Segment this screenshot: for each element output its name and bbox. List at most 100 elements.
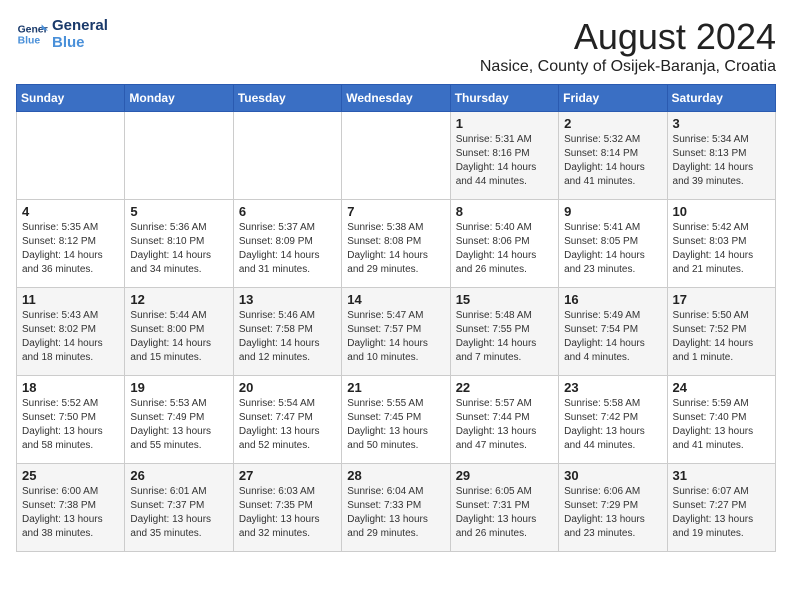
day-info: Sunrise: 5:52 AM Sunset: 7:50 PM Dayligh…: [22, 397, 119, 453]
day-number: 14: [347, 292, 444, 307]
day-number: 17: [673, 292, 770, 307]
day-info: Sunrise: 5:57 AM Sunset: 7:44 PM Dayligh…: [456, 397, 553, 453]
day-info: Sunrise: 5:35 AM Sunset: 8:12 PM Dayligh…: [22, 221, 119, 277]
day-number: 24: [673, 380, 770, 395]
calendar-cell: [342, 112, 450, 200]
calendar-cell: 25 Sunrise: 6:00 AM Sunset: 7:38 PM Dayli…: [17, 464, 125, 552]
logo-icon: General Blue: [16, 18, 48, 50]
calendar-cell: 11 Sunrise: 5:43 AM Sunset: 8:02 PM Dayli…: [17, 288, 125, 376]
day-number: 19: [130, 380, 227, 395]
day-info: Sunrise: 5:53 AM Sunset: 7:49 PM Dayligh…: [130, 397, 227, 453]
calendar-cell: 12Sunrise: 5:44 AM Sunset: 8:00 PM Dayli…: [125, 288, 233, 376]
day-number: 12: [130, 292, 227, 307]
weekday-header-monday: Monday: [125, 85, 233, 112]
day-number: 21: [347, 380, 444, 395]
day-info: Sunrise: 6:00 AM Sunset: 7:38 PM Dayligh…: [22, 485, 119, 541]
calendar-cell: 29 Sunrise: 6:05 AM Sunset: 7:31 PM Dayli…: [450, 464, 558, 552]
day-info: Sunrise: 5:41 AM Sunset: 8:05 PM Dayligh…: [564, 221, 661, 277]
weekday-header-wednesday: Wednesday: [342, 85, 450, 112]
calendar-cell: 31Sunrise: 6:07 AM Sunset: 7:27 PM Dayli…: [667, 464, 775, 552]
day-number: 10: [673, 204, 770, 219]
day-info: Sunrise: 5:36 AM Sunset: 8:10 PM Dayligh…: [130, 221, 227, 277]
calendar-cell: [233, 112, 341, 200]
day-info: Sunrise: 6:06 AM Sunset: 7:29 PM Dayligh…: [564, 485, 661, 541]
day-number: 25: [22, 468, 119, 483]
day-number: 5: [130, 204, 227, 219]
weekday-header-tuesday: Tuesday: [233, 85, 341, 112]
day-number: 7: [347, 204, 444, 219]
weekday-header-saturday: Saturday: [667, 85, 775, 112]
calendar-cell: 5 Sunrise: 5:36 AM Sunset: 8:10 PM Daylig…: [125, 200, 233, 288]
calendar-cell: 19 Sunrise: 5:53 AM Sunset: 7:49 PM Dayli…: [125, 376, 233, 464]
logo-line1: General: [52, 18, 108, 35]
day-number: 9: [564, 204, 661, 219]
calendar-cell: 16Sunrise: 5:49 AM Sunset: 7:54 PM Dayli…: [559, 288, 667, 376]
day-number: 28: [347, 468, 444, 483]
day-info: Sunrise: 5:34 AM Sunset: 8:13 PM Dayligh…: [673, 133, 770, 189]
calendar-cell: 22Sunrise: 5:57 AM Sunset: 7:44 PM Dayli…: [450, 376, 558, 464]
day-number: 2: [564, 116, 661, 131]
day-info: Sunrise: 5:59 AM Sunset: 7:40 PM Dayligh…: [673, 397, 770, 453]
day-info: Sunrise: 5:47 AM Sunset: 7:57 PM Dayligh…: [347, 309, 444, 365]
calendar-cell: [125, 112, 233, 200]
calendar-cell: [17, 112, 125, 200]
day-info: Sunrise: 5:37 AM Sunset: 8:09 PM Dayligh…: [239, 221, 336, 277]
day-info: Sunrise: 5:50 AM Sunset: 7:52 PM Dayligh…: [673, 309, 770, 365]
calendar-cell: 4 Sunrise: 5:35 AM Sunset: 8:12 PM Daylig…: [17, 200, 125, 288]
day-number: 23: [564, 380, 661, 395]
calendar-cell: 14 Sunrise: 5:47 AM Sunset: 7:57 PM Dayli…: [342, 288, 450, 376]
day-number: 13: [239, 292, 336, 307]
day-number: 18: [22, 380, 119, 395]
svg-text:Blue: Blue: [18, 35, 41, 46]
page-header: General Blue General Blue August 2024 Na…: [16, 16, 776, 76]
day-info: Sunrise: 5:49 AM Sunset: 7:54 PM Dayligh…: [564, 309, 661, 365]
day-info: Sunrise: 5:40 AM Sunset: 8:06 PM Dayligh…: [456, 221, 553, 277]
day-number: 6: [239, 204, 336, 219]
calendar-cell: 13Sunrise: 5:46 AM Sunset: 7:58 PM Dayli…: [233, 288, 341, 376]
calendar-cell: 24 Sunrise: 5:59 AM Sunset: 7:40 PM Dayli…: [667, 376, 775, 464]
day-info: Sunrise: 6:07 AM Sunset: 7:27 PM Dayligh…: [673, 485, 770, 541]
day-info: Sunrise: 5:38 AM Sunset: 8:08 PM Dayligh…: [347, 221, 444, 277]
day-info: Sunrise: 5:42 AM Sunset: 8:03 PM Dayligh…: [673, 221, 770, 277]
calendar-cell: 17 Sunrise: 5:50 AM Sunset: 7:52 PM Dayli…: [667, 288, 775, 376]
calendar-cell: 27 Sunrise: 6:03 AM Sunset: 7:35 PM Dayli…: [233, 464, 341, 552]
calendar-cell: 7 Sunrise: 5:38 AM Sunset: 8:08 PM Daylig…: [342, 200, 450, 288]
title-block: August 2024 Nasice, County of Osijek-Bar…: [480, 16, 776, 76]
calendar-cell: 26Sunrise: 6:01 AM Sunset: 7:37 PM Dayli…: [125, 464, 233, 552]
calendar-cell: 21 Sunrise: 5:55 AM Sunset: 7:45 PM Dayli…: [342, 376, 450, 464]
day-number: 8: [456, 204, 553, 219]
day-number: 1: [456, 116, 553, 131]
month-year: August 2024: [480, 16, 776, 58]
calendar-cell: 6 Sunrise: 5:37 AM Sunset: 8:09 PM Daylig…: [233, 200, 341, 288]
day-info: Sunrise: 5:31 AM Sunset: 8:16 PM Dayligh…: [456, 133, 553, 189]
day-number: 4: [22, 204, 119, 219]
calendar-cell: 30Sunrise: 6:06 AM Sunset: 7:29 PM Dayli…: [559, 464, 667, 552]
calendar-cell: 18 Sunrise: 5:52 AM Sunset: 7:50 PM Dayli…: [17, 376, 125, 464]
day-number: 27: [239, 468, 336, 483]
day-info: Sunrise: 6:05 AM Sunset: 7:31 PM Dayligh…: [456, 485, 553, 541]
day-number: 15: [456, 292, 553, 307]
weekday-header-sunday: Sunday: [17, 85, 125, 112]
calendar-table: SundayMondayTuesdayWednesdayThursdayFrid…: [16, 84, 776, 552]
calendar-cell: 9 Sunrise: 5:41 AM Sunset: 8:05 PM Daylig…: [559, 200, 667, 288]
day-number: 11: [22, 292, 119, 307]
day-number: 26: [130, 468, 227, 483]
calendar-cell: 28Sunrise: 6:04 AM Sunset: 7:33 PM Dayli…: [342, 464, 450, 552]
day-info: Sunrise: 5:43 AM Sunset: 8:02 PM Dayligh…: [22, 309, 119, 365]
calendar-cell: 23Sunrise: 5:58 AM Sunset: 7:42 PM Dayli…: [559, 376, 667, 464]
calendar-cell: 2Sunrise: 5:32 AM Sunset: 8:14 PM Daylig…: [559, 112, 667, 200]
svg-text:General: General: [18, 24, 48, 35]
day-info: Sunrise: 5:48 AM Sunset: 7:55 PM Dayligh…: [456, 309, 553, 365]
logo: General Blue General Blue: [16, 16, 108, 51]
calendar-cell: 15 Sunrise: 5:48 AM Sunset: 7:55 PM Dayli…: [450, 288, 558, 376]
calendar-cell: 20 Sunrise: 5:54 AM Sunset: 7:47 PM Dayli…: [233, 376, 341, 464]
day-info: Sunrise: 6:03 AM Sunset: 7:35 PM Dayligh…: [239, 485, 336, 541]
day-number: 20: [239, 380, 336, 395]
calendar-cell: 8 Sunrise: 5:40 AM Sunset: 8:06 PM Daylig…: [450, 200, 558, 288]
day-number: 29: [456, 468, 553, 483]
location: Nasice, County of Osijek-Baranja, Croati…: [480, 58, 776, 76]
day-info: Sunrise: 5:54 AM Sunset: 7:47 PM Dayligh…: [239, 397, 336, 453]
calendar-cell: 3Sunrise: 5:34 AM Sunset: 8:13 PM Daylig…: [667, 112, 775, 200]
weekday-header-thursday: Thursday: [450, 85, 558, 112]
day-info: Sunrise: 5:55 AM Sunset: 7:45 PM Dayligh…: [347, 397, 444, 453]
